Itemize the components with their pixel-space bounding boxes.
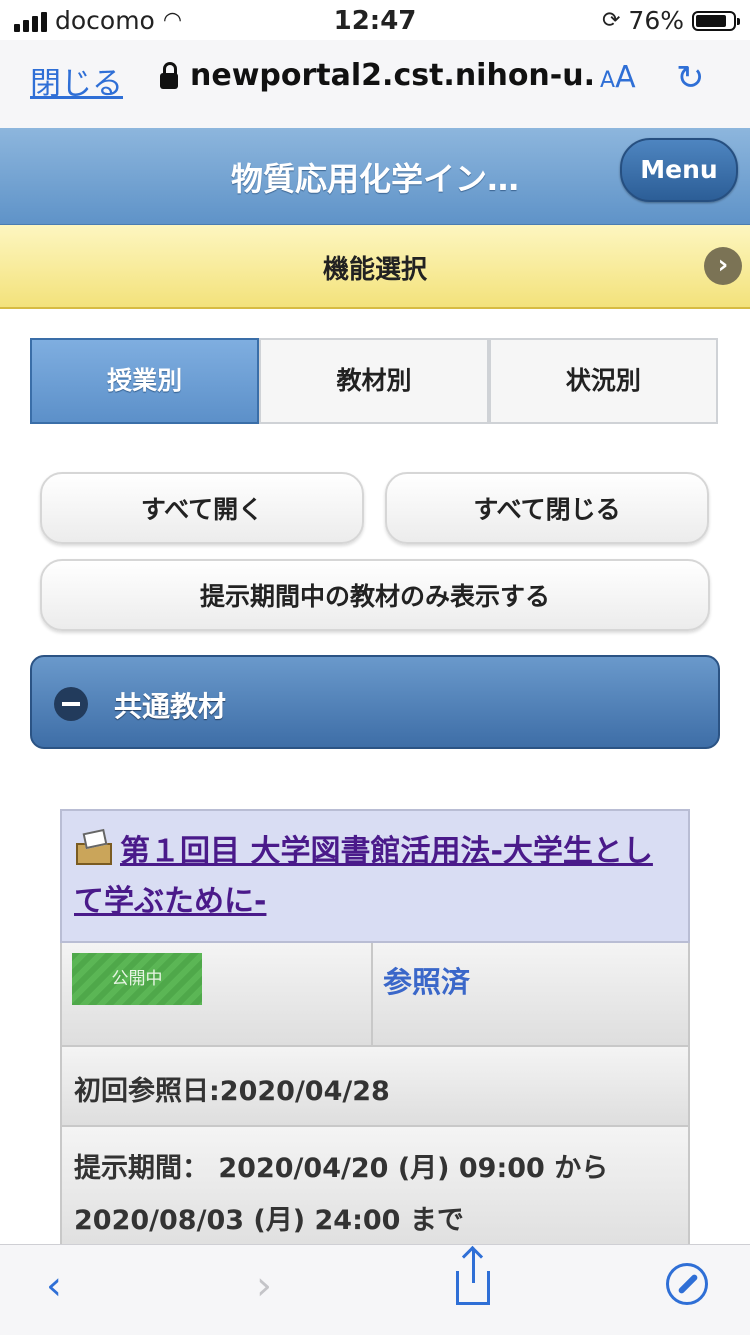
first-reference-date: 初回参照日:2020/04/28 <box>74 1076 390 1107</box>
publish-cell: 公開中 <box>60 943 373 1047</box>
material-card: 第１回目 大学図書館活用法-大学生として学ぶために- 公開中 参照済 初回参照日… <box>60 809 690 1257</box>
open-all-button[interactable]: すべて開く <box>40 472 364 544</box>
forward-icon[interactable]: › <box>256 1263 272 1309</box>
close-browser-link[interactable]: 閉じる <box>30 58 123 103</box>
url-text: newportal2.cst.nihon-u. <box>190 58 595 93</box>
browser-bar: 閉じる newportal2.cst.nihon-u. AA ↻ <box>0 40 750 129</box>
menu-button[interactable]: Menu <box>620 138 738 202</box>
reload-icon[interactable]: ↻ <box>676 58 705 98</box>
close-all-button[interactable]: すべて閉じる <box>385 472 709 544</box>
material-title-link[interactable]: 第１回目 大学図書館活用法-大学生として学ぶために- <box>74 834 653 919</box>
function-select-bar[interactable]: 機能選択 › <box>0 225 750 309</box>
filter-active-button[interactable]: 提示期間中の教材のみ表示する <box>40 559 710 631</box>
orientation-lock-icon: ⟳ <box>601 8 621 33</box>
safari-icon[interactable] <box>666 1263 708 1305</box>
battery-percent: 76% <box>628 6 684 35</box>
material-box-icon <box>74 828 114 865</box>
material-card-header: 第１回目 大学図書館活用法-大学生として学ぶために- <box>60 809 690 943</box>
browser-toolbar: ‹ › <box>0 1244 750 1335</box>
status-badge: 公開中 <box>72 953 202 1005</box>
lock-icon <box>160 61 178 89</box>
section-title: 共通教材 <box>114 690 227 723</box>
status-right: ⟳ 76% <box>601 6 740 35</box>
tab-by-status[interactable]: 状況別 <box>488 338 718 424</box>
chevron-right-icon[interactable]: › <box>704 247 742 285</box>
back-icon[interactable]: ‹ <box>46 1263 62 1309</box>
text-size-button[interactable]: AA <box>600 60 636 95</box>
tab-by-class[interactable]: 授業別 <box>30 338 260 424</box>
address-bar[interactable]: newportal2.cst.nihon-u. <box>160 58 595 93</box>
share-icon[interactable] <box>456 1249 490 1305</box>
collapse-icon[interactable] <box>54 687 88 721</box>
page-header: 物質応用化学イン… Menu <box>0 128 750 225</box>
reference-cell: 参照済 <box>373 943 690 1047</box>
tab-by-material[interactable]: 教材別 <box>259 338 489 424</box>
view-tabs: 授業別 教材別 状況別 <box>30 338 718 424</box>
presentation-period: 提示期間： 2020/04/20 (月) 09:00 から 2020/08/03… <box>74 1153 609 1236</box>
battery-icon <box>692 10 740 31</box>
first-reference-row: 初回参照日:2020/04/28 <box>60 1047 690 1127</box>
material-status-row: 公開中 参照済 <box>60 943 690 1047</box>
status-bar: docomo ◠ 12:47 ⟳ 76% <box>0 0 750 40</box>
function-select-label: 機能選択 <box>322 255 427 285</box>
section-common-materials[interactable]: 共通教材 <box>30 655 720 749</box>
reference-status: 参照済 <box>383 965 471 999</box>
period-row: 提示期間： 2020/04/20 (月) 09:00 から 2020/08/03… <box>60 1127 690 1257</box>
